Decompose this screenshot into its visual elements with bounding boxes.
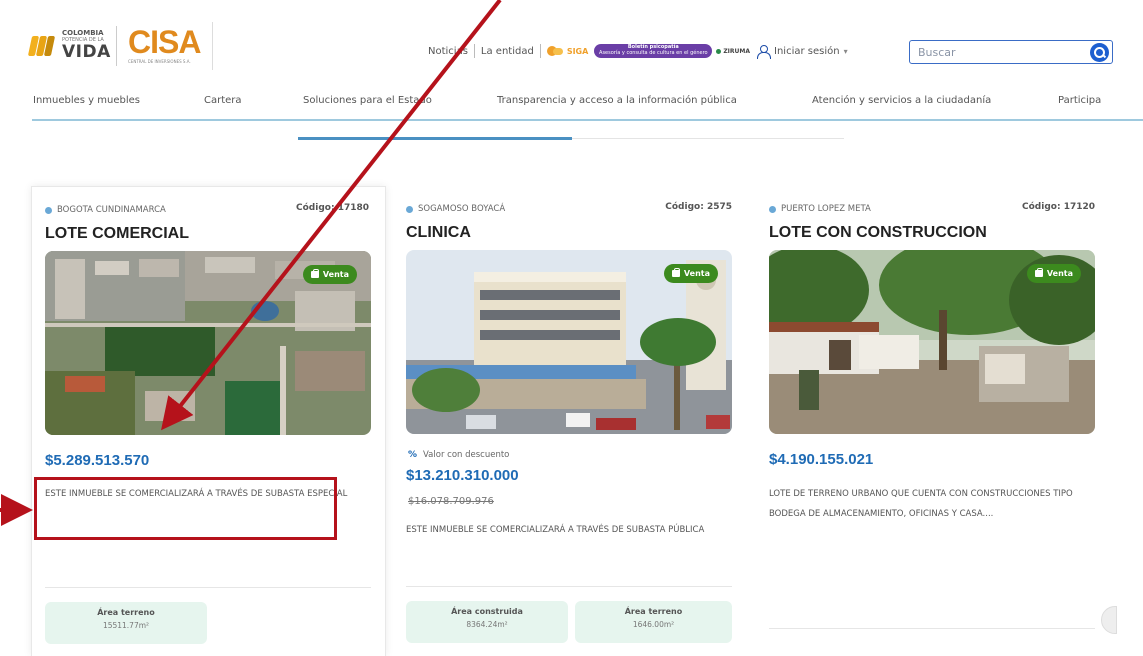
annotation-arrows [0,0,502,526]
annotation-arrow-diagonal [161,0,502,431]
